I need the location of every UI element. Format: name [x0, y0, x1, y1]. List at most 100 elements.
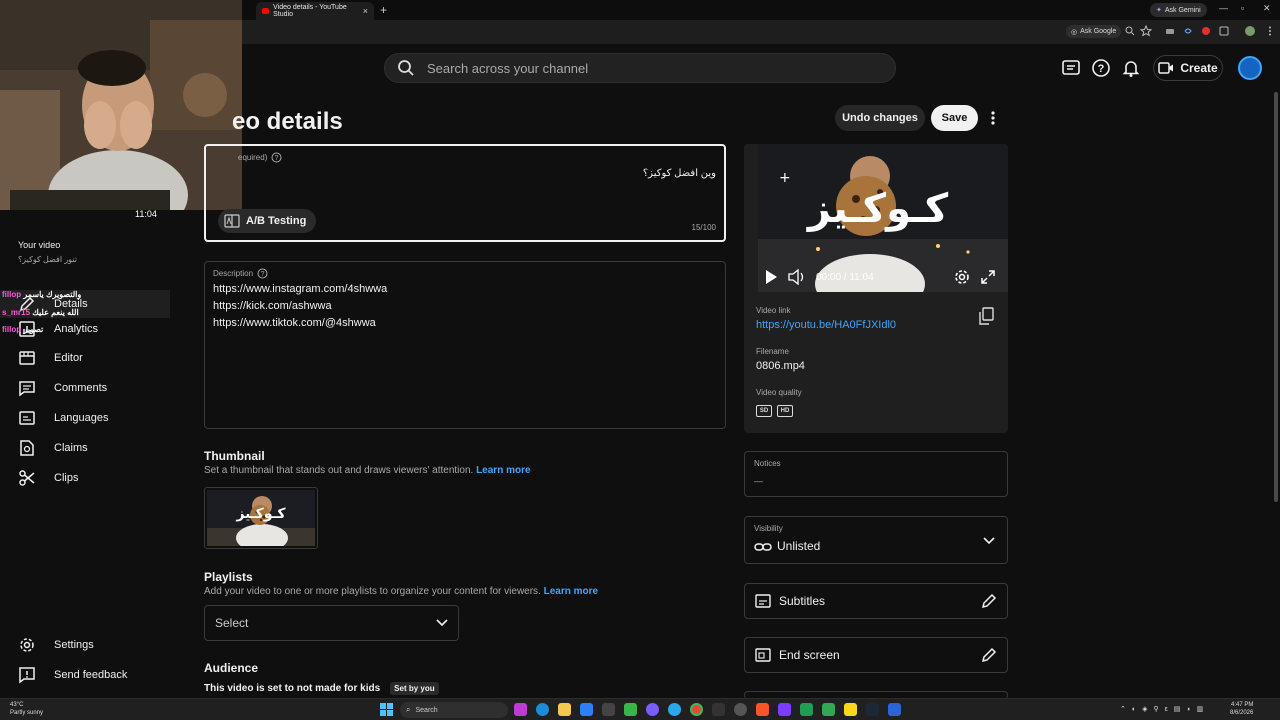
tab-video-details[interactable]: Video details - YouTube Studio × — [256, 2, 374, 20]
maximize-button[interactable]: ▫ — [1241, 3, 1244, 13]
thumbnail-option[interactable]: كـوكـيز — [204, 487, 318, 549]
record-extension-icon[interactable] — [1200, 25, 1212, 37]
zoom-icon[interactable] — [1124, 25, 1136, 37]
play-icon[interactable] — [764, 269, 778, 285]
ask-google-button[interactable]: ◎ Ask Google — [1066, 25, 1122, 38]
playlist-select[interactable]: Select — [204, 605, 459, 641]
messages-icon[interactable] — [1060, 57, 1082, 79]
bookmark-star-icon[interactable] — [1140, 25, 1152, 37]
file-explorer-icon[interactable] — [558, 703, 571, 716]
volume-icon[interactable] — [788, 269, 806, 285]
end-screen-label: End screen — [779, 648, 840, 662]
description-label: Description ? — [213, 268, 268, 279]
subtitles-icon — [755, 594, 771, 608]
video-link[interactable]: https://youtu.be/HA0FfJXIdl0 — [756, 319, 896, 331]
chevron-down-icon — [983, 537, 995, 545]
taskbar-app-icon[interactable] — [778, 703, 791, 716]
page-scrollbar[interactable] — [1274, 92, 1278, 502]
telegram-icon[interactable] — [668, 703, 681, 716]
playlists-learn-more-link[interactable]: Learn more — [544, 586, 598, 597]
sidebar-video-title[interactable]: تنور افضل كوكيز؟ — [18, 255, 77, 264]
chrome-icon[interactable] — [690, 703, 703, 716]
edit-pencil-icon[interactable] — [981, 647, 997, 663]
visibility-panel[interactable]: Visibility Unlisted — [744, 516, 1008, 564]
create-button[interactable]: Create — [1153, 55, 1223, 81]
video-preview-card: كـوكـيز + 00:00 / 11:04 Video link https… — [744, 144, 1008, 433]
excel-icon[interactable] — [800, 703, 813, 716]
end-screen-panel[interactable]: End screen — [744, 637, 1008, 673]
puzzle-icon[interactable] — [1218, 25, 1230, 37]
taskbar-app-icon[interactable] — [580, 703, 593, 716]
windows-start-icon[interactable] — [380, 703, 393, 716]
video-player[interactable]: كـوكـيز + 00:00 / 11:04 — [758, 144, 1008, 292]
sidebar-item-settings[interactable]: Settings — [18, 636, 94, 654]
tab-close-icon[interactable]: × — [363, 6, 368, 16]
fullscreen-icon[interactable] — [980, 269, 996, 285]
notifications-bell-icon[interactable] — [1120, 57, 1142, 79]
taskbar-search[interactable]: ⌕ Search — [400, 702, 508, 718]
scissors-icon — [19, 470, 35, 486]
taskbar-clock[interactable]: 4:47 PM 8/6/2026 — [1230, 701, 1253, 717]
steam-icon[interactable] — [866, 703, 879, 716]
editor-icon — [19, 351, 35, 365]
taskbar-app-icon[interactable] — [888, 703, 901, 716]
sidebar-item-clips[interactable]: Clips — [18, 469, 78, 487]
undo-changes-button[interactable]: Undo changes — [835, 105, 925, 131]
brave-icon[interactable] — [756, 703, 769, 716]
sidebar-item-languages[interactable]: Languages — [18, 409, 108, 427]
video-quality-label: Video quality — [756, 388, 802, 397]
clock-time: 4:47 PM — [1231, 702, 1254, 708]
chat-text: الله ينعم عليك — [32, 308, 79, 317]
taskbar-app-icon[interactable] — [712, 703, 725, 716]
save-button[interactable]: Save — [931, 105, 978, 131]
languages-icon — [19, 411, 35, 425]
window-close-button[interactable]: ✕ — [1263, 3, 1271, 14]
ask-gemini-button[interactable]: ✦ Ask Gemini — [1150, 3, 1207, 17]
taskbar-app-icon[interactable] — [734, 703, 747, 716]
description-line: https://www.tiktok.com/@4shwwa — [213, 317, 376, 329]
taskbar-app-icon[interactable] — [602, 703, 615, 716]
description-field[interactable]: Description ? https://www.instagram.com/… — [204, 261, 726, 429]
profile-icon[interactable] — [1244, 25, 1256, 37]
extension-icon[interactable] — [1164, 25, 1176, 37]
edge-icon[interactable] — [536, 703, 549, 716]
sidebar-item-comments[interactable]: Comments — [18, 379, 107, 397]
subtitles-panel[interactable]: Subtitles — [744, 583, 1008, 619]
player-controls: 00:00 / 11:04 — [758, 262, 1008, 292]
ab-testing-button[interactable]: A/B Testing — [218, 209, 317, 233]
video-duration: 11:04 — [135, 209, 157, 219]
thumbnail-image: كـوكـيز — [207, 490, 315, 546]
more-options-icon[interactable] — [986, 109, 1000, 127]
help-icon[interactable]: ? — [1090, 57, 1112, 79]
youtube-favicon-icon — [262, 8, 270, 14]
sidebar-item-label: Comments — [54, 382, 108, 394]
search-bar[interactable]: Search across your channel — [384, 53, 896, 83]
new-tab-button[interactable]: + — [380, 3, 387, 17]
system-tray-icons[interactable]: ⌃◐◈⚲ε▤◖▥ — [1120, 705, 1209, 713]
help-circle-icon[interactable]: ? — [271, 152, 282, 163]
sidebar-item-feedback[interactable]: Send feedback — [18, 666, 127, 684]
help-circle-icon[interactable]: ? — [257, 268, 268, 279]
channel-avatar[interactable] — [1238, 56, 1262, 80]
audio-icon[interactable] — [1182, 25, 1194, 37]
title-field[interactable]: equired) ? وين افضل كوكيز؟ A/B Testing 1… — [204, 144, 726, 242]
thumbnail-learn-more-link[interactable]: Learn more — [476, 465, 530, 476]
copy-icon[interactable] — [978, 307, 994, 325]
taskbar-app-icon[interactable] — [514, 703, 527, 716]
minimize-button[interactable]: — — [1219, 3, 1228, 13]
taskbar-app-icon[interactable] — [844, 703, 857, 716]
edit-pencil-icon[interactable] — [981, 593, 997, 609]
browser-menu-icon[interactable] — [1264, 25, 1276, 37]
filename-value: 0806.mp4 — [756, 360, 805, 372]
taskbar-app-icon[interactable] — [646, 703, 659, 716]
video-overlay-text: كـوكـيز — [806, 186, 949, 232]
sidebar-item-editor[interactable]: Editor — [18, 349, 83, 367]
taskbar-app-icon[interactable] — [624, 703, 637, 716]
title-value[interactable]: وين افضل كوكيز؟ — [643, 168, 716, 179]
weather-widget[interactable]: 43°C Partly sunny — [10, 701, 43, 717]
your-video-label: Your video — [18, 240, 61, 250]
end-screen-icon — [755, 648, 771, 662]
taskbar-app-icon[interactable] — [822, 703, 835, 716]
sidebar-item-claims[interactable]: Claims — [18, 439, 88, 457]
player-settings-gear-icon[interactable] — [954, 269, 970, 285]
